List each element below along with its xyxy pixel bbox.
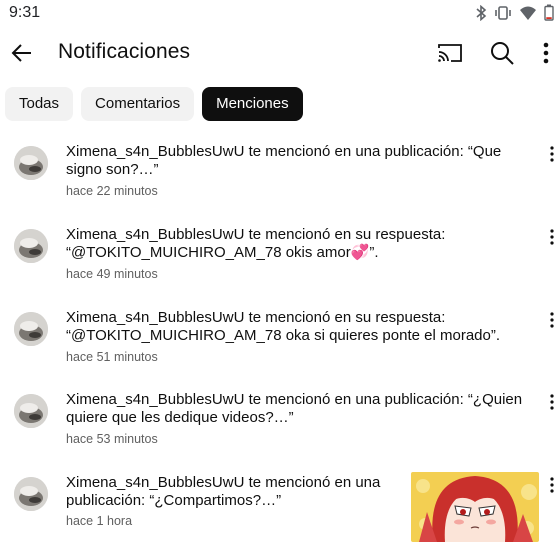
- battery-icon: [544, 4, 554, 21]
- avatar: [14, 477, 48, 511]
- notification-time: hace 1 hora: [66, 514, 133, 528]
- more-vertical-icon[interactable]: [547, 145, 557, 165]
- filter-tabs: Todas Comentarios Menciones: [5, 87, 303, 121]
- notification-time: hace 51 minutos: [66, 350, 158, 364]
- status-bar: 9:31: [0, 0, 560, 26]
- notification-text: Ximena_s4n_BubblesUwU te mencionó en su …: [66, 309, 536, 345]
- notification-text-line: signo son?…”: [66, 161, 159, 178]
- more-vertical-icon[interactable]: [547, 476, 557, 496]
- page-title: Notificaciones: [58, 40, 191, 63]
- notification-text-line: “@TOKITO_MUICHIRO_AM_78 okis amor💞”.: [66, 244, 379, 261]
- video-thumbnail[interactable]: [411, 472, 539, 542]
- app-bar: Notificaciones: [0, 26, 560, 80]
- notification-text-line: quiere que les dedique videos?…”: [66, 409, 294, 426]
- status-time: 9:31: [9, 4, 41, 21]
- status-icons: [475, 4, 554, 21]
- notification-time: hace 22 minutos: [66, 184, 158, 198]
- notification-item[interactable]: Ximena_s4n_BubblesUwU te mencionó en su …: [0, 226, 560, 306]
- tab-todas[interactable]: Todas: [5, 87, 74, 121]
- notification-text-line: Ximena_s4n_BubblesUwU te mencionó en una: [66, 474, 381, 491]
- notification-text: Ximena_s4n_BubblesUwU te mencionó en una…: [66, 391, 536, 427]
- bluetooth-icon: [476, 4, 487, 21]
- avatar: [14, 146, 48, 180]
- notification-text-line: publicación: “¿Compartimos?…”: [66, 492, 282, 509]
- avatar: [14, 312, 48, 346]
- more-vertical-icon[interactable]: [547, 311, 557, 331]
- notification-text-line: Ximena_s4n_BubblesUwU te mencionó en su …: [66, 309, 446, 326]
- notification-text-line: “@TOKITO_MUICHIRO_AM_78 oka si quieres p…: [66, 327, 501, 344]
- notification-item[interactable]: Ximena_s4n_BubblesUwU te mencionó en una…: [0, 472, 560, 554]
- cast-icon[interactable]: [436, 39, 464, 67]
- tab-comentarios[interactable]: Comentarios: [81, 87, 195, 121]
- notification-item[interactable]: Ximena_s4n_BubblesUwU te mencionó en una…: [0, 391, 560, 471]
- notification-item[interactable]: Ximena_s4n_BubblesUwU te mencionó en una…: [0, 143, 560, 223]
- notification-item[interactable]: Ximena_s4n_BubblesUwU te mencionó en su …: [0, 309, 560, 389]
- notification-time: hace 49 minutos: [66, 267, 158, 281]
- more-vertical-icon[interactable]: [547, 228, 557, 248]
- more-vertical-icon[interactable]: [534, 39, 558, 67]
- notification-time: hace 53 minutos: [66, 432, 158, 446]
- notification-text-line: Ximena_s4n_BubblesUwU te mencionó en una…: [66, 391, 523, 408]
- tab-menciones[interactable]: Menciones: [202, 87, 303, 121]
- more-vertical-icon[interactable]: [547, 393, 557, 413]
- search-icon[interactable]: [488, 39, 516, 67]
- arrow-left-icon[interactable]: [8, 39, 36, 67]
- avatar: [14, 394, 48, 428]
- notification-text: Ximena_s4n_BubblesUwU te mencionó en una…: [66, 474, 386, 510]
- notification-text: Ximena_s4n_BubblesUwU te mencionó en una…: [66, 143, 536, 179]
- vibrate-icon: [495, 5, 511, 20]
- wifi-icon: [520, 6, 536, 20]
- notification-text-line: Ximena_s4n_BubblesUwU te mencionó en una…: [66, 143, 502, 160]
- notification-text-line: Ximena_s4n_BubblesUwU te mencionó en su …: [66, 226, 446, 243]
- avatar: [14, 229, 48, 263]
- notification-text: Ximena_s4n_BubblesUwU te mencionó en su …: [66, 226, 536, 262]
